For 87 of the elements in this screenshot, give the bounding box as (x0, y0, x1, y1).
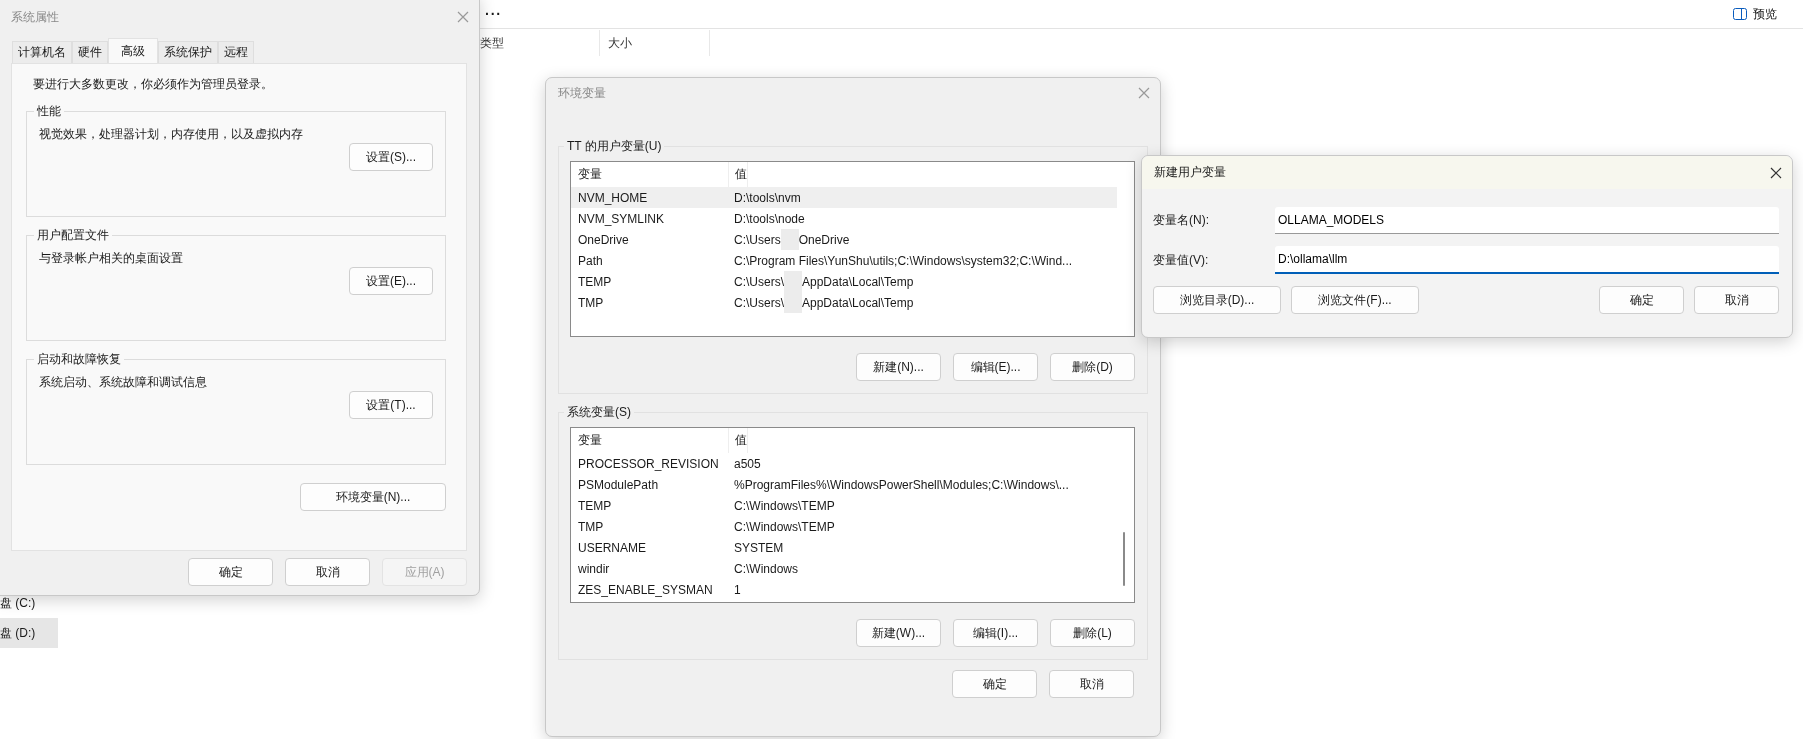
variable-value: a505 (733, 456, 761, 471)
variable-row[interactable]: PSModulePath %ProgramFiles%\WindowsPowerShell\Modules;C:\Windows\... (571, 474, 1117, 495)
list-button[interactable]: 新建(W)... (856, 619, 941, 647)
dialog-button[interactable]: 取消 (285, 558, 370, 586)
dialog-button[interactable]: 确定 (952, 670, 1037, 698)
browse-button[interactable]: 浏览文件(F)... (1291, 286, 1419, 314)
tab[interactable]: 远程 (218, 41, 254, 63)
variable-name: OneDrive (577, 232, 630, 247)
scrollbar[interactable] (1123, 532, 1125, 586)
group-title: 启动和故障恢复 (36, 351, 122, 368)
column-header[interactable]: 变量 (571, 428, 729, 453)
list-button[interactable]: 编辑(E)... (953, 353, 1038, 381)
variable-value: %ProgramFiles%\WindowsPowerShell\Modules;C:\Windows\... (733, 477, 1069, 492)
tab[interactable]: 硬件 (72, 41, 108, 63)
variable-name: ZES_ENABLE_SYSMAN (577, 582, 714, 597)
window-title: 环境变量 (558, 84, 606, 102)
list-button[interactable]: 新建(N)... (856, 353, 941, 381)
variable-name: TMP (577, 519, 605, 534)
variable-name: TMP (577, 295, 605, 310)
variable-name: NVM_HOME (577, 190, 649, 205)
variable-row[interactable]: Path C:\Program Files\YunShu\utils;C:\Windows\system32;C:\Wind... (571, 250, 1117, 271)
variable-name: PROCESSOR_REVISION (577, 456, 720, 471)
list-button[interactable]: 删除(L) (1050, 619, 1135, 647)
tab[interactable]: 高级 (108, 38, 158, 63)
variable-value: C:\Users\ AppData\Local\Temp (728, 292, 914, 313)
field-label: 变量名(N): (1153, 212, 1210, 229)
variable-name: TEMP (577, 498, 613, 513)
variable-row[interactable]: windir C:\Windows (571, 558, 1117, 579)
settings-button[interactable]: 设置(E)... (349, 267, 433, 295)
group-title: 系统变量(S) (566, 404, 632, 421)
settings-button[interactable]: 设置(T)... (349, 391, 433, 419)
tab[interactable]: 计算机名 (12, 41, 72, 63)
variable-row[interactable]: TEMP C:\Users\ AppData\Local\Temp (571, 271, 1117, 292)
environment-variables-button[interactable]: 环境变量(N)... (300, 483, 446, 511)
variable-row[interactable]: TMP C:\Windows\TEMP (571, 516, 1117, 537)
variable-row[interactable]: NVM_HOME D:\tools\nvm (571, 187, 1117, 208)
group-description: 与登录帐户相关的桌面设置 (39, 250, 184, 267)
variable-value: C:\Users\ AppData\Local\Temp (728, 271, 914, 292)
list-button[interactable]: 编辑(I)... (953, 619, 1038, 647)
field-label: 变量值(V): (1153, 251, 1210, 269)
variable-value: C:\Program Files\YunShu\utils;C:\Windows\system32;C:\Wind... (733, 253, 1073, 268)
window-title: 新建用户变量 (1154, 164, 1226, 181)
panel-icon (1733, 8, 1747, 20)
variable-row[interactable]: USERNAME SYSTEM (571, 537, 1117, 558)
window-title: 系统属性 (11, 8, 59, 26)
preview-button[interactable]: 预览 (1731, 3, 1779, 25)
variable-value: 1 (733, 582, 741, 597)
variable-value: C:\Windows\TEMP (733, 519, 835, 534)
variable-name: USERNAME (577, 540, 647, 555)
group-description: 视觉效果，处理器计划，内存使用，以及虚拟内存 (39, 126, 304, 143)
settings-button[interactable]: 设置(S)... (349, 143, 433, 171)
variable-value: D:\tools\node (733, 211, 805, 226)
dialog-button[interactable]: 取消 (1694, 286, 1779, 314)
variable-name: windir (577, 561, 611, 576)
dialog-button[interactable]: 取消 (1049, 670, 1134, 698)
input-field[interactable]: D:\ollama\llm (1275, 246, 1779, 274)
variable-name: TEMP (577, 274, 613, 289)
variable-name: Path (577, 253, 604, 268)
variable-value: C:\Windows (733, 561, 798, 576)
variable-row[interactable]: OneDrive C:\Users OneDrive (571, 229, 1117, 250)
tab[interactable]: 系统保护 (158, 41, 218, 63)
variable-row[interactable]: TMP C:\Users\ AppData\Local\Temp (571, 292, 1117, 313)
variable-name: NVM_SYMLINK (577, 211, 666, 226)
admin-notice: 要进行大多数更改，你必须作为管理员登录。 (33, 76, 274, 93)
variable-row[interactable]: PROCESSOR_REVISION a505 (571, 453, 1117, 474)
variable-value: SYSTEM (733, 540, 784, 555)
column-header[interactable]: 大小 (600, 30, 710, 56)
dialog-button[interactable]: 确定 (1599, 286, 1684, 314)
variable-value: C:\Windows\TEMP (733, 498, 835, 513)
group-description: 系统启动、系统故障和调试信息 (39, 374, 208, 391)
input-field[interactable]: OLLAMA_MODELS (1275, 207, 1779, 234)
column-header[interactable]: 值 (729, 428, 748, 453)
variable-value: D:\tools\nvm (733, 190, 801, 205)
variable-row[interactable]: TEMP C:\Windows\TEMP (571, 495, 1117, 516)
group-title: 性能 (36, 103, 62, 120)
variable-row[interactable]: ZES_ENABLE_SYSMAN 1 (571, 579, 1117, 600)
list-button[interactable]: 删除(D) (1050, 353, 1135, 381)
drive-item[interactable]: 盘 (D:) (0, 618, 58, 648)
browse-button[interactable]: 浏览目录(D)... (1153, 286, 1281, 314)
more-button[interactable]: ··· (485, 6, 502, 22)
close-icon[interactable] (1770, 166, 1782, 179)
group-title: TT 的用户变量(U) (566, 138, 663, 155)
variable-value: C:\Users OneDrive (728, 229, 850, 250)
group-title: 用户配置文件 (36, 227, 110, 244)
variable-name: PSModulePath (577, 477, 660, 492)
dialog-button[interactable]: 确定 (188, 558, 273, 586)
variable-row[interactable]: NVM_SYMLINK D:\tools\node (571, 208, 1117, 229)
